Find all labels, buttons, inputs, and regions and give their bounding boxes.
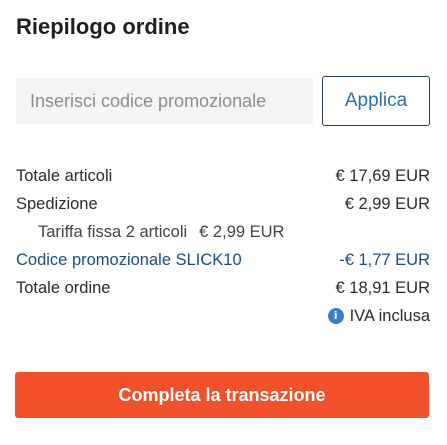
shipping-detail-row: Tariffa fissa 2 articoli € 2,99 EUR [16,218,430,246]
order-total-label: Totale ordine [16,279,111,297]
vat-row: i IVA inclusa [16,302,430,330]
subtotal-value: € 17,69 EUR [335,167,430,185]
shipping-value: € 2,99 EUR [344,195,430,213]
shipping-label: Spedizione [16,195,98,213]
subtotal-row: Totale articoli € 17,69 EUR [16,162,430,190]
promo-discount-value: -€ 1,77 EUR [339,251,430,269]
promo-discount-row: Codice promozionale SLICK10 -€ 1,77 EUR [16,246,430,274]
subtotal-label: Totale articoli [16,167,113,185]
shipping-row: Spedizione € 2,99 EUR [16,190,430,218]
page-title: Riepilogo ordine [16,14,190,39]
order-total-value: € 18,91 EUR [335,279,430,297]
info-icon[interactable]: i [327,308,344,324]
shipping-detail-value: € 2,99 EUR [199,223,285,241]
vat-note[interactable]: i IVA inclusa [327,302,430,330]
order-total-row: Totale ordine € 18,91 EUR [16,274,430,302]
complete-transaction-button[interactable]: Completa la transazione [15,372,429,418]
promo-code-input[interactable] [16,78,313,124]
vat-note-label: IVA inclusa [349,307,430,325]
apply-button[interactable]: Applica [322,76,430,126]
order-summary: Totale articoli € 17,69 EUR Spedizione €… [16,162,430,330]
shipping-detail: Tariffa fissa 2 articoli € 2,99 EUR [38,218,284,246]
shipping-detail-label: Tariffa fissa 2 articoli [38,223,188,241]
promo-code-row: Applica [16,76,430,126]
promo-discount-label: Codice promozionale SLICK10 [16,251,242,269]
